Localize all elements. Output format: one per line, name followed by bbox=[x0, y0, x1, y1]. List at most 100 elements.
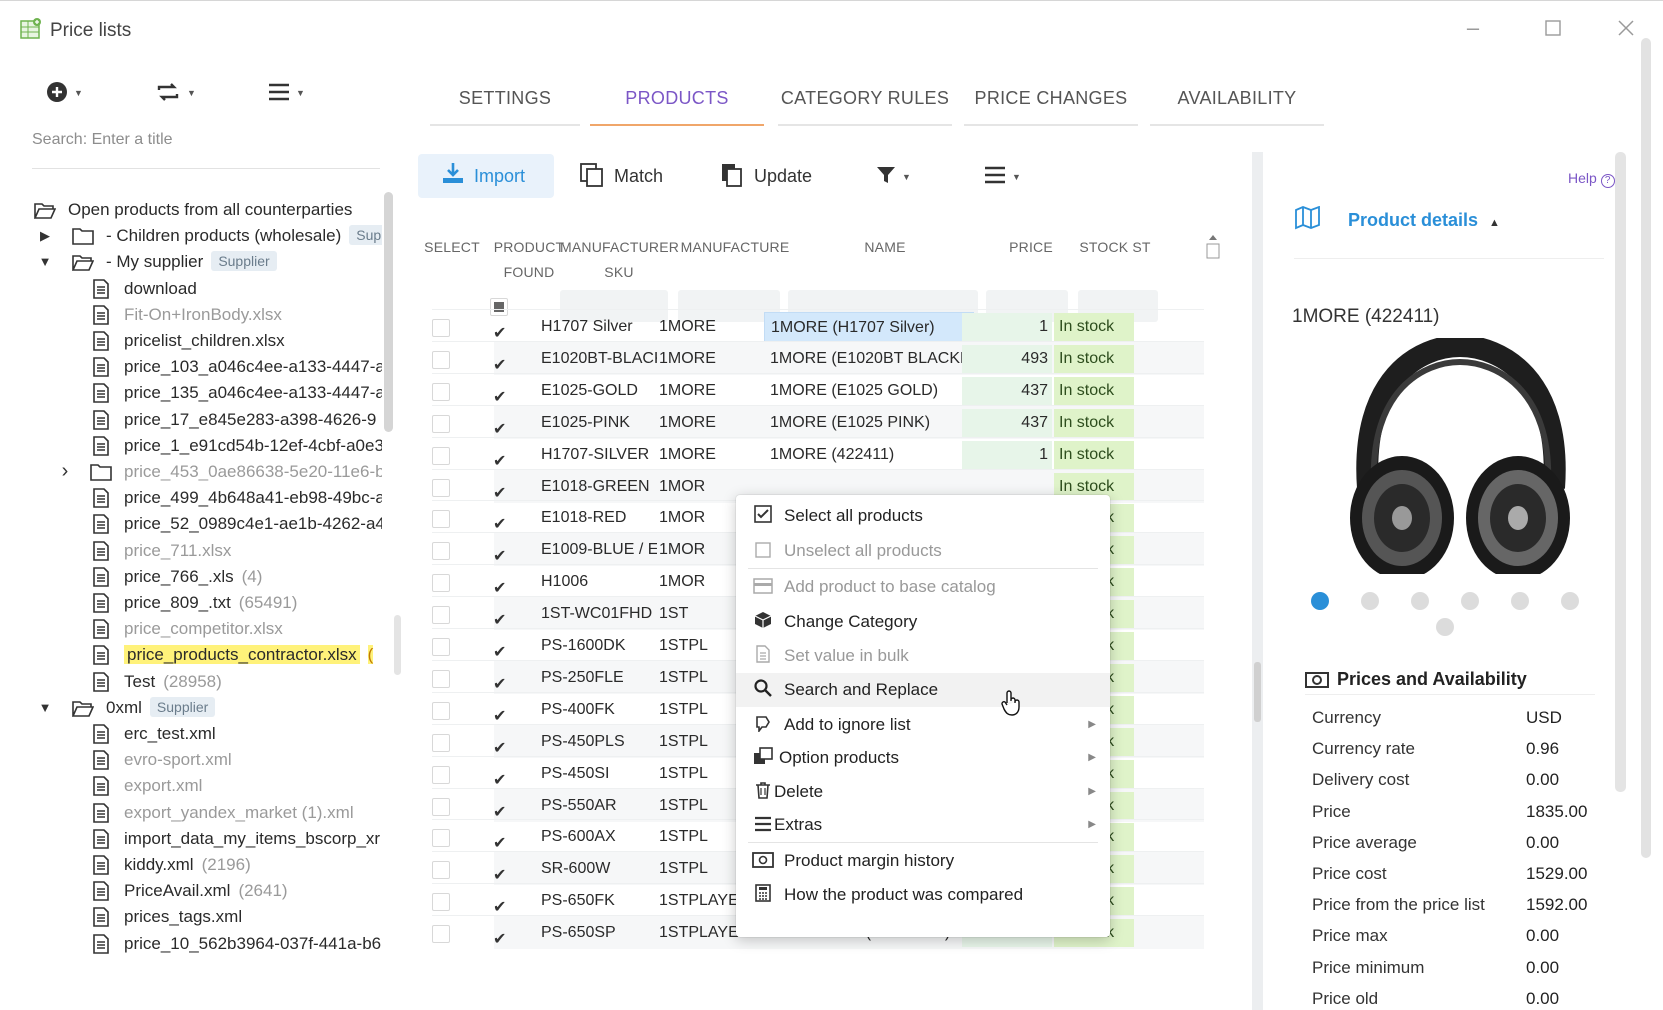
window-scrollbar[interactable] bbox=[1641, 38, 1651, 858]
name-cell[interactable]: 1MORE (E1025 PINK) bbox=[770, 406, 970, 440]
sync-button[interactable]: ▼ bbox=[155, 78, 196, 106]
name-cell[interactable]: 1MORE (H1707 Silver) bbox=[764, 312, 974, 342]
tree-item[interactable]: price_17_e845e283-a398-4626-9 bbox=[30, 406, 382, 433]
grid-menu-button[interactable]: ▼ bbox=[984, 154, 1034, 198]
panel-divider[interactable] bbox=[1252, 152, 1263, 1010]
select-checkbox[interactable] bbox=[432, 319, 450, 337]
tree-item[interactable]: import_data_my_items_bscorp_xr bbox=[30, 825, 382, 852]
tree-item[interactable]: Open products from all counterparties bbox=[30, 196, 382, 223]
carousel-dot-7[interactable] bbox=[1436, 618, 1454, 636]
column-header[interactable]: PRICE bbox=[984, 235, 1078, 260]
select-checkbox[interactable] bbox=[432, 733, 450, 752]
tree-item[interactable]: ▼ 0xml Supplier bbox=[30, 694, 382, 721]
collapse-arrow-icon[interactable]: › bbox=[58, 458, 72, 485]
tree-item[interactable]: price_competitor.xlsx bbox=[30, 615, 382, 642]
tree-item[interactable]: evro-sport.xml bbox=[30, 746, 382, 773]
menu-item-search-and-replace[interactable]: Search and Replace bbox=[736, 673, 1110, 707]
divider-handle[interactable] bbox=[1254, 662, 1261, 722]
menu-item-delete[interactable]: Delete ▶ bbox=[736, 775, 1110, 809]
tree-item[interactable]: kiddy.xml (2196) bbox=[30, 851, 382, 878]
select-checkbox[interactable] bbox=[432, 669, 450, 688]
select-checkbox[interactable] bbox=[432, 542, 450, 561]
name-cell[interactable]: 1MORE (E1020BT BLACKRED) bbox=[770, 342, 970, 376]
menu-item-extras[interactable]: Extras ▶ bbox=[736, 808, 1110, 842]
panel-splitter-handle[interactable] bbox=[394, 615, 401, 675]
table-row[interactable]: ✔ H1707-SILVER 1MORE 1MORE (422411) 1 In stoc… bbox=[432, 436, 1204, 472]
select-checkbox[interactable] bbox=[432, 606, 450, 625]
select-checkbox[interactable] bbox=[432, 382, 450, 401]
carousel-dot-5[interactable] bbox=[1511, 592, 1529, 610]
column-header[interactable]: MANUFACTURE bbox=[679, 235, 791, 260]
select-checkbox[interactable] bbox=[432, 414, 450, 433]
tree-item[interactable]: PriceAvail.xml (2641) bbox=[30, 877, 382, 904]
select-checkbox[interactable] bbox=[432, 510, 450, 529]
tree-item[interactable]: price_10_562b3964-037f-441a-b6 bbox=[30, 930, 382, 957]
tree-item[interactable]: prices_tags.xml bbox=[30, 903, 382, 930]
tree-search-input[interactable]: Search: Enter a title bbox=[32, 131, 173, 149]
minimize-button[interactable]: – bbox=[1456, 13, 1490, 43]
tree-item[interactable]: price_products_contractor.xlsx ( bbox=[30, 641, 382, 668]
tab-availability[interactable]: AVAILABILITY bbox=[1150, 70, 1324, 126]
menu-item-option-products[interactable]: Option products ▶ bbox=[736, 741, 1110, 775]
table-row[interactable]: ✔ E1025-PINK 1MORE 1MORE (E1025 PINK) 437 In … bbox=[432, 404, 1204, 440]
column-header[interactable]: STOCK ST bbox=[1072, 235, 1158, 260]
match-button[interactable]: Match bbox=[580, 154, 690, 198]
carousel-dot-4[interactable] bbox=[1461, 592, 1479, 610]
close-button[interactable] bbox=[1609, 13, 1643, 43]
select-checkbox[interactable] bbox=[432, 925, 450, 944]
tree-menu-button[interactable]: ▼ bbox=[268, 78, 305, 106]
tree-item[interactable]: ▶ - Children products (wholesale) Sup bbox=[30, 222, 382, 249]
menu-item-add-to-ignore-list[interactable]: Add to ignore list ▶ bbox=[736, 708, 1110, 742]
name-cell[interactable]: 1MORE (E1025 GOLD) bbox=[770, 374, 970, 408]
tree-item[interactable]: Test (28958) bbox=[30, 668, 382, 695]
column-header[interactable]: NAME bbox=[788, 235, 982, 260]
add-button[interactable]: ▼ bbox=[46, 78, 83, 106]
filter-button[interactable]: ▼ bbox=[876, 154, 926, 198]
grid-scrollbar[interactable] bbox=[1206, 232, 1220, 259]
expand-arrow-icon[interactable]: ▼ bbox=[38, 248, 52, 275]
column-header[interactable]: MANUFACTURER SKU bbox=[560, 235, 679, 285]
collapse-arrow-icon[interactable]: ▶ bbox=[38, 222, 52, 249]
tab-category-rules[interactable]: CATEGORY RULES bbox=[778, 70, 952, 126]
tree-item[interactable]: erc_test.xml bbox=[30, 720, 382, 747]
select-checkbox[interactable] bbox=[432, 638, 450, 656]
tree-item[interactable]: price_711.xlsx bbox=[30, 537, 382, 564]
tree-item[interactable]: › price_453_0ae86638-5e20-11e6-b bbox=[30, 458, 382, 485]
select-checkbox[interactable] bbox=[432, 893, 450, 912]
import-button[interactable]: Import bbox=[418, 154, 554, 198]
select-checkbox[interactable] bbox=[432, 861, 450, 880]
tab-price-changes[interactable]: PRICE CHANGES bbox=[964, 70, 1138, 126]
menu-item-how-the-product-was-compared[interactable]: How the product was compared bbox=[736, 878, 1110, 912]
tree-scrollbar[interactable] bbox=[384, 192, 393, 432]
select-checkbox[interactable] bbox=[432, 574, 450, 593]
maximize-button[interactable] bbox=[1536, 13, 1570, 43]
help-link[interactable]: Help ? bbox=[1568, 170, 1615, 188]
select-checkbox[interactable] bbox=[432, 478, 450, 497]
tree-item[interactable]: price_1_e91cd54b-12ef-4cbf-a0e3 bbox=[30, 432, 382, 459]
menu-item-change-category[interactable]: Change Category bbox=[736, 605, 1110, 639]
table-row[interactable]: ✔ E1025-GOLD 1MORE 1MORE (E1025 GOLD) 437 In … bbox=[432, 372, 1204, 408]
details-scrollbar[interactable] bbox=[1615, 152, 1626, 792]
carousel-dot-2[interactable] bbox=[1361, 592, 1379, 610]
carousel-dot-1[interactable] bbox=[1311, 592, 1329, 610]
tree-item[interactable]: price_766_.xls (4) bbox=[30, 563, 382, 590]
expand-arrow-icon[interactable]: ▼ bbox=[38, 694, 52, 721]
select-checkbox[interactable] bbox=[432, 446, 450, 465]
tree-item[interactable]: Fit-On+IronBody.xlsx bbox=[30, 301, 382, 328]
tree-item[interactable]: download bbox=[30, 275, 382, 302]
column-header[interactable]: SELECT bbox=[424, 235, 480, 260]
tree-item[interactable]: pricelist_children.xlsx bbox=[30, 327, 382, 354]
menu-item-select-all-products[interactable]: Select all products bbox=[736, 499, 1110, 533]
tab-settings[interactable]: SETTINGS bbox=[430, 70, 580, 126]
select-checkbox[interactable] bbox=[432, 765, 450, 784]
select-checkbox[interactable] bbox=[432, 829, 450, 848]
tree-item[interactable]: price_135_a046c4ee-a133-4447-a bbox=[30, 379, 382, 406]
tree-item[interactable]: price_499_4b648a41-eb98-49bc-a bbox=[30, 484, 382, 511]
menu-item-product-margin-history[interactable]: Product margin history bbox=[736, 844, 1110, 878]
carousel-dot-6[interactable] bbox=[1561, 592, 1579, 610]
select-checkbox[interactable] bbox=[432, 350, 450, 369]
select-checkbox[interactable] bbox=[432, 701, 450, 720]
name-cell[interactable]: 1MORE (422411) bbox=[770, 438, 970, 472]
tree-item[interactable]: export_yandex_market (1).xml bbox=[30, 799, 382, 826]
tree-item[interactable]: price_809_.txt (65491) bbox=[30, 589, 382, 616]
